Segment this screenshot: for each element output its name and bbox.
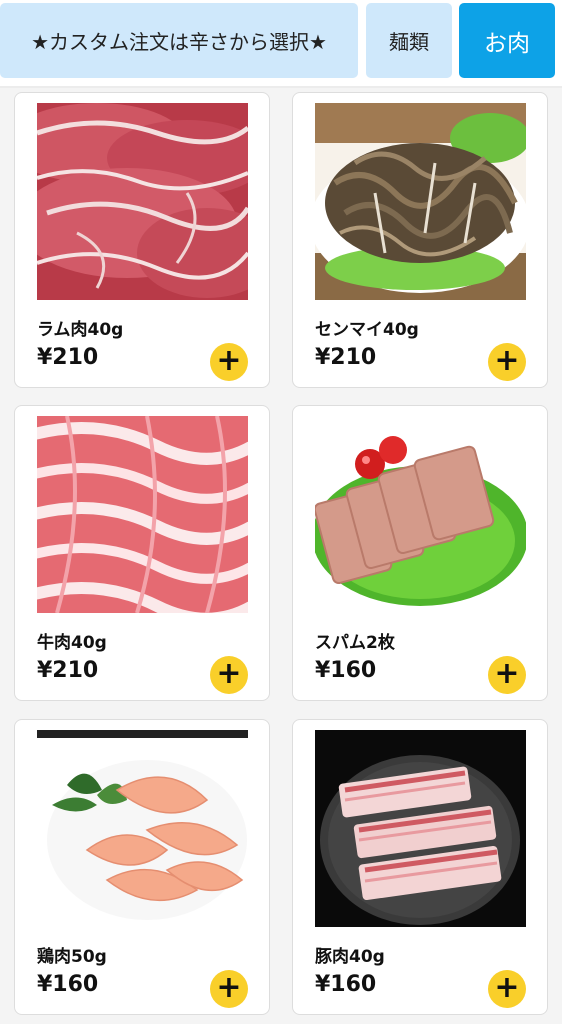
product-card[interactable]: スパム2枚 ¥160 +: [292, 405, 548, 701]
lamb-slices-image: [37, 103, 248, 300]
plus-icon: +: [494, 970, 520, 1005]
product-price: ¥210: [315, 345, 377, 370]
tab-noodles-label: 麺類: [389, 30, 429, 54]
product-card[interactable]: 牛肉40g ¥210 +: [14, 405, 270, 701]
add-to-cart-button[interactable]: +: [488, 343, 526, 381]
product-price: ¥210: [37, 345, 99, 370]
divider: [0, 86, 562, 88]
pork-belly-image: [315, 730, 526, 927]
product-price: ¥160: [315, 658, 377, 683]
product-price: ¥160: [315, 972, 377, 997]
add-to-cart-button[interactable]: +: [488, 656, 526, 694]
add-to-cart-button[interactable]: +: [488, 970, 526, 1008]
product-price: ¥210: [37, 658, 99, 683]
tab-custom-order[interactable]: ★カスタム注文は辛さから選択★: [0, 3, 358, 78]
product-card[interactable]: センマイ40g ¥210 +: [292, 92, 548, 388]
product-name: 牛肉40g: [37, 633, 107, 653]
chicken-slices-image: [37, 730, 248, 927]
product-name: センマイ40g: [315, 320, 419, 340]
add-to-cart-button[interactable]: +: [210, 656, 248, 694]
product-card[interactable]: 豚肉40g ¥160 +: [292, 719, 548, 1015]
product-name: ラム肉40g: [37, 320, 124, 340]
product-name: 豚肉40g: [315, 947, 385, 967]
tab-meat[interactable]: お肉: [459, 3, 555, 78]
beef-tripe-image: [315, 103, 526, 300]
tab-custom-order-label: ★カスタム注文は辛さから選択★: [31, 30, 327, 54]
product-name: スパム2枚: [315, 633, 395, 653]
add-to-cart-button[interactable]: +: [210, 970, 248, 1008]
plus-icon: +: [494, 343, 520, 378]
product-name: 鶏肉50g: [37, 947, 107, 967]
beef-slices-image: [37, 416, 248, 613]
plus-icon: +: [216, 343, 242, 378]
category-bar: ★カスタム注文は辛さから選択★ 麺類 お肉: [0, 0, 562, 86]
plus-icon: +: [494, 656, 520, 691]
product-card[interactable]: ラム肉40g ¥210 +: [14, 92, 270, 388]
plus-icon: +: [216, 970, 242, 1005]
product-price: ¥160: [37, 972, 99, 997]
add-to-cart-button[interactable]: +: [210, 343, 248, 381]
spam-slices-image: [315, 416, 526, 613]
tab-noodles[interactable]: 麺類: [366, 3, 452, 78]
tab-meat-label: お肉: [484, 30, 530, 57]
plus-icon: +: [216, 656, 242, 691]
product-card[interactable]: 鶏肉50g ¥160 +: [14, 719, 270, 1015]
